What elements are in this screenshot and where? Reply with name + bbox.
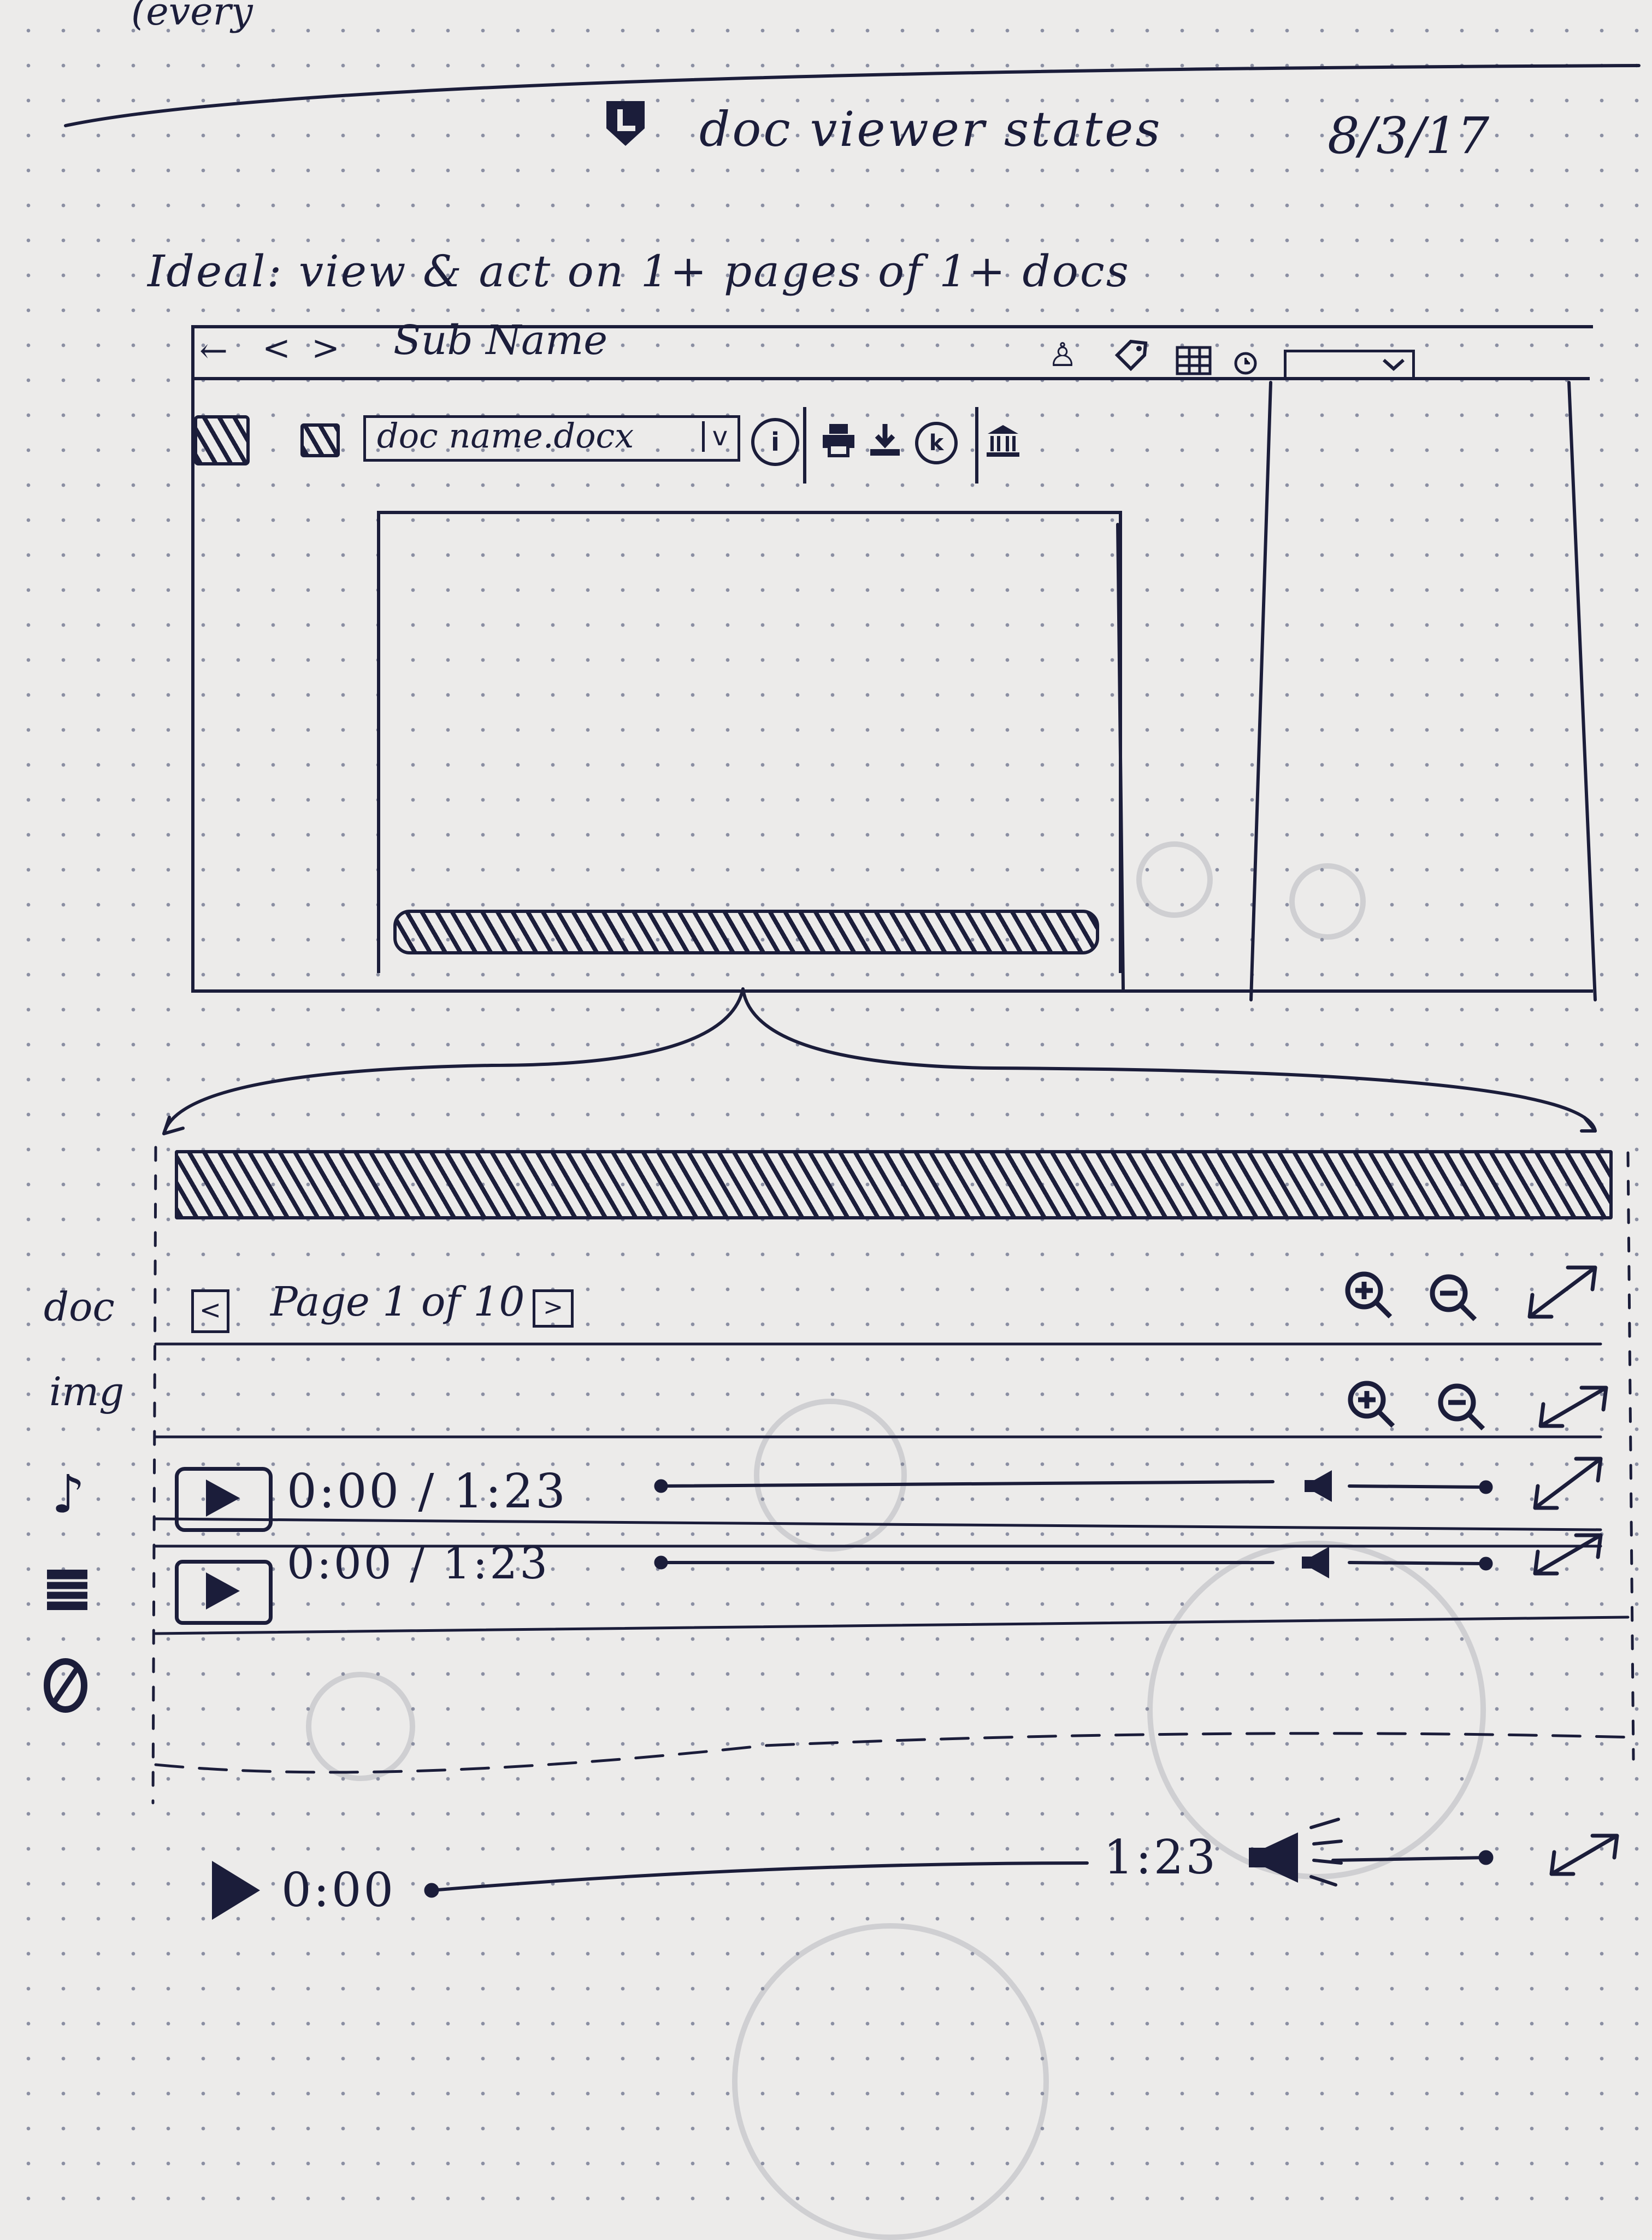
k-badge-glyph: k: [929, 431, 944, 456]
scrubber-bar[interactable]: [393, 910, 1099, 954]
unsupported-icon: [41, 1655, 90, 1716]
document-select[interactable]: doc name.docx v: [363, 415, 740, 462]
doc-prev-page-button[interactable]: <: [191, 1289, 229, 1333]
music-note-icon: ♪: [51, 1464, 85, 1525]
nav-next-button[interactable]: >: [311, 328, 340, 368]
img-zoom-out-icon[interactable]: [1434, 1380, 1489, 1434]
scribbled-menu-icon[interactable]: [300, 423, 340, 457]
img-zoom-in-icon[interactable]: [1344, 1377, 1399, 1431]
print-icon[interactable]: [819, 421, 858, 459]
top-scribble: (every: [131, 0, 253, 34]
info-icon-glyph: i: [771, 427, 780, 457]
toolbar-separator: [803, 407, 806, 484]
document-dropdown-icon[interactable]: v: [702, 421, 735, 452]
k-badge-icon[interactable]: k: [915, 422, 958, 464]
document-name: doc name.docx: [377, 416, 634, 456]
page-title: doc viewer states: [699, 101, 1163, 157]
info-icon[interactable]: i: [751, 418, 799, 466]
grid-icon[interactable]: [1175, 344, 1213, 377]
doc-zoom-in-icon[interactable]: [1341, 1268, 1396, 1322]
audio-play-button[interactable]: [175, 1467, 273, 1532]
browser-title: Sub Name: [393, 317, 608, 364]
doc-next-page-button[interactable]: >: [533, 1289, 574, 1328]
nav-prev-button[interactable]: <: [262, 328, 291, 368]
player-play-icon[interactable]: [205, 1855, 265, 1926]
player-duration: 1:23: [1104, 1830, 1218, 1885]
expanded-scrubber-bar[interactable]: [175, 1150, 1613, 1219]
state-label-doc: doc: [44, 1284, 115, 1330]
bank-icon[interactable]: [983, 421, 1023, 460]
scribbled-thumbnail-icon: [194, 415, 250, 465]
film-icon: [43, 1565, 92, 1614]
date: 8/3/17: [1328, 107, 1490, 165]
user-icon[interactable]: ♙: [1043, 336, 1082, 374]
back-button[interactable]: ←: [199, 331, 228, 370]
video-volume-icon[interactable]: [1297, 1543, 1336, 1582]
doc-next-glyph: >: [543, 1293, 563, 1321]
audio-volume-icon[interactable]: [1300, 1467, 1338, 1505]
clock-icon[interactable]: [1232, 350, 1259, 377]
player-current-time: 0:00: [281, 1863, 396, 1918]
audio-time: 0:00 / 1:23: [287, 1464, 568, 1519]
shield-logo-icon: [595, 93, 656, 153]
video-time: 0:00 / 1:23: [287, 1538, 550, 1589]
video-play-button[interactable]: [175, 1560, 273, 1625]
ideal-statement: Ideal: view & act on 1+ pages of 1+ docs: [148, 246, 1130, 297]
doc-zoom-out-icon[interactable]: [1426, 1270, 1480, 1325]
doc-page-indicator: Page 1 of 10: [270, 1278, 525, 1325]
document-page: [377, 511, 1122, 973]
toolbar-separator: [975, 407, 978, 484]
tag-icon[interactable]: [1109, 336, 1153, 374]
download-icon[interactable]: [866, 421, 904, 459]
state-label-img: img: [49, 1369, 125, 1414]
account-dropdown[interactable]: [1284, 350, 1415, 380]
doc-prev-glyph: <: [199, 1295, 222, 1325]
player-volume-icon[interactable]: [1243, 1828, 1308, 1888]
